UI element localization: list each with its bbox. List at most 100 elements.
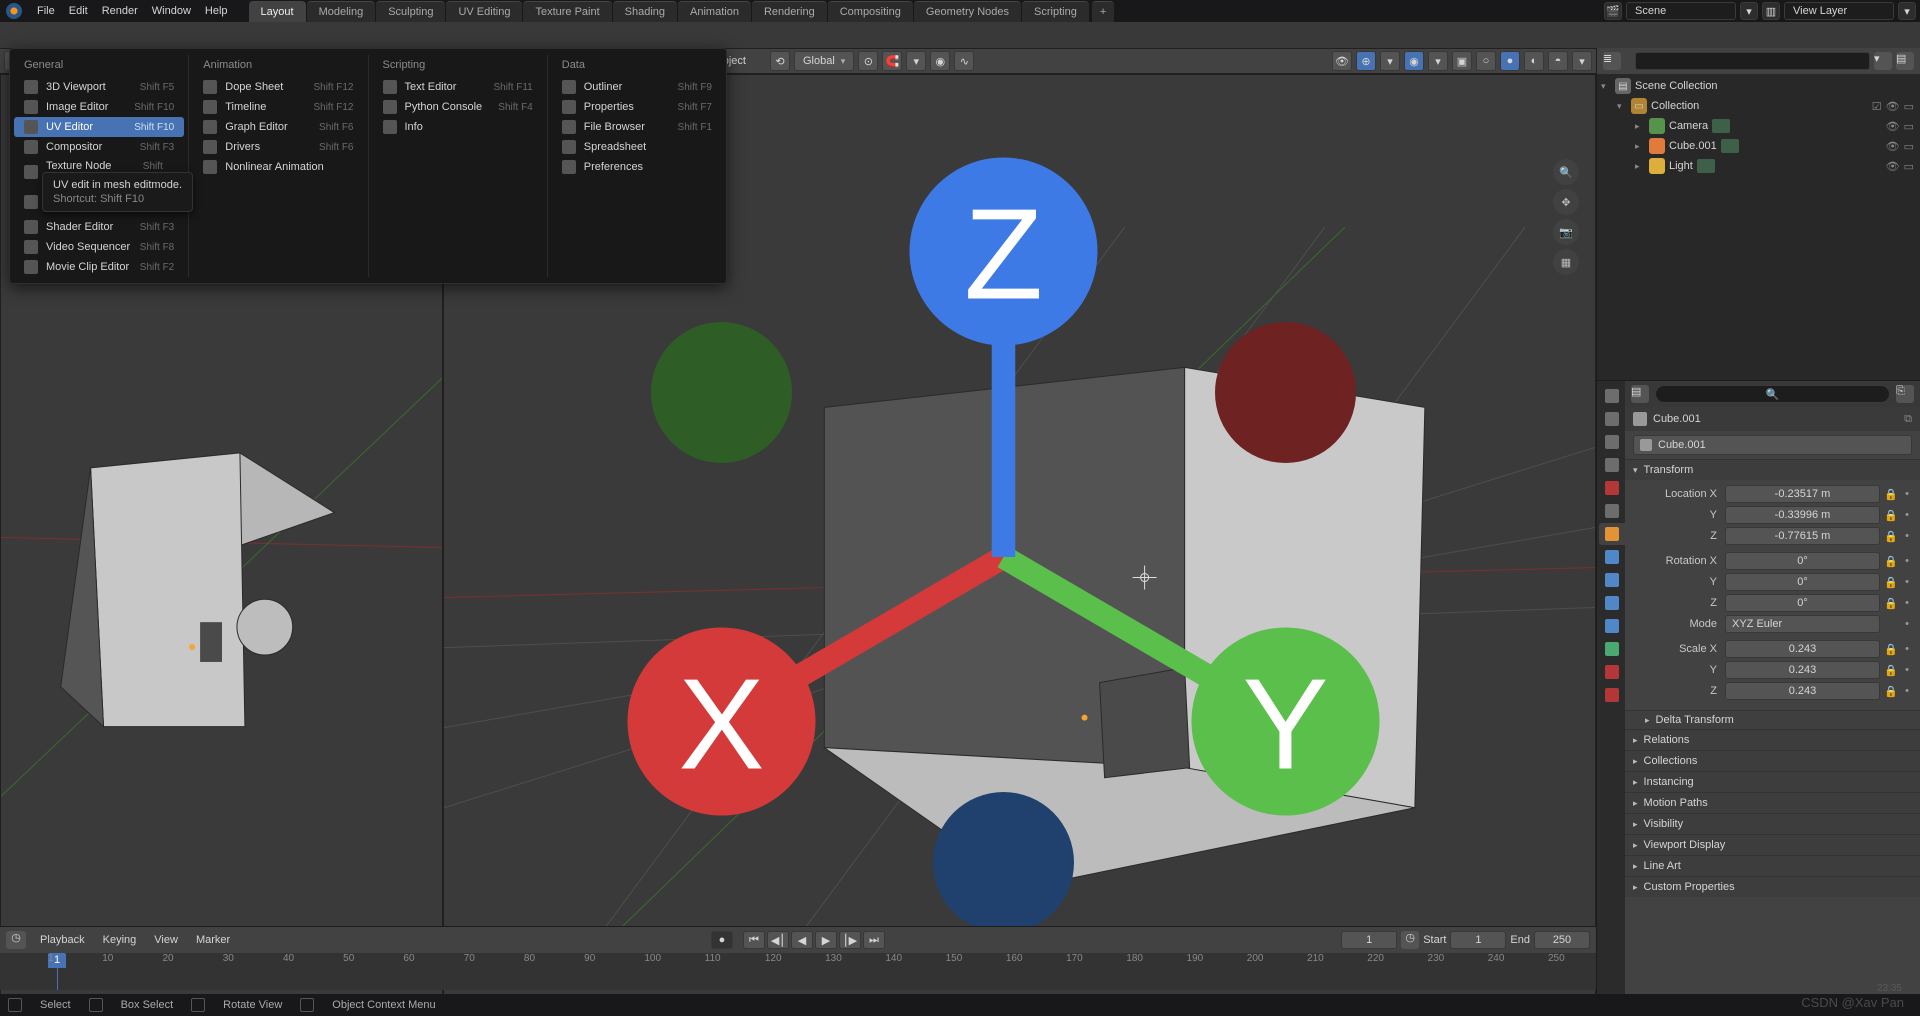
workspace-tab-scripting[interactable]: Scripting xyxy=(1022,1,1089,22)
viewlayer-icon[interactable]: ▥ xyxy=(1762,2,1780,20)
prop-tab-world[interactable] xyxy=(1599,477,1625,499)
camera-view-icon[interactable]: 📷 xyxy=(1553,219,1579,245)
panel-collections[interactable]: ▸Collections xyxy=(1625,751,1920,771)
scale-z[interactable]: 0.243 xyxy=(1725,682,1880,700)
orientation-icon[interactable]: ⟲ xyxy=(770,51,790,71)
workspace-tab-compositing[interactable]: Compositing xyxy=(828,1,913,22)
workspace-tab-uv-editing[interactable]: UV Editing xyxy=(446,1,522,22)
outliner-item-cube.001[interactable]: ▸Cube.001👁▭ xyxy=(1597,136,1920,156)
end-frame-field[interactable]: 250 xyxy=(1534,931,1590,949)
viewlayer-field[interactable]: View Layer xyxy=(1784,2,1894,20)
editor-type-properties[interactable]: PropertiesShift F7 xyxy=(552,97,722,117)
shading-dd-icon[interactable]: ▾ xyxy=(1572,51,1592,71)
zoom-icon[interactable]: 🔍 xyxy=(1553,159,1579,185)
prop-tab-constraints[interactable] xyxy=(1599,615,1625,637)
scene-new-icon[interactable]: ▾ xyxy=(1740,2,1758,20)
prop-tab-object[interactable] xyxy=(1599,523,1625,545)
overlay-dd-icon[interactable]: ▾ xyxy=(1428,51,1448,71)
prop-tab-physics[interactable] xyxy=(1599,592,1625,614)
scale-y[interactable]: 0.243 xyxy=(1725,661,1880,679)
outliner-search[interactable] xyxy=(1635,52,1870,70)
workspace-tab-shading[interactable]: Shading xyxy=(613,1,677,22)
play-rev-button[interactable]: ◀ xyxy=(791,931,813,949)
rotation-y[interactable]: 0° xyxy=(1725,573,1880,591)
workspace-tab-geometry-nodes[interactable]: Geometry Nodes xyxy=(914,1,1021,22)
snap-target-icon[interactable]: ▾ xyxy=(906,51,926,71)
editor-type-preferences[interactable]: Preferences xyxy=(552,157,722,177)
properties-pin-icon[interactable]: ⎘ xyxy=(1896,385,1914,403)
viewlayer-new-icon[interactable]: ▾ xyxy=(1898,2,1916,20)
timeline-menu-keying[interactable]: Keying xyxy=(95,931,145,949)
workspace-tab-layout[interactable]: Layout xyxy=(249,1,306,22)
current-frame-field[interactable]: 1 xyxy=(1341,931,1397,949)
workspace-tab-sculpting[interactable]: Sculpting xyxy=(376,1,445,22)
panel-visibility[interactable]: ▸Visibility xyxy=(1625,814,1920,834)
editor-type-3d-viewport[interactable]: 3D ViewportShift F5 xyxy=(14,77,184,97)
shading-matprev-icon[interactable]: ◐ xyxy=(1524,51,1544,71)
pivot-icon[interactable]: ⊙ xyxy=(858,51,878,71)
prop-tab-scene[interactable] xyxy=(1599,454,1625,476)
outliner-tree[interactable]: ▾▤Scene Collection ▾▭Collection ☑👁▭ ▸Cam… xyxy=(1597,74,1920,380)
frame-popover-icon[interactable]: ◷ xyxy=(1401,931,1419,949)
scene-icon[interactable]: 🎬 xyxy=(1604,2,1622,20)
editor-type-uv-editor[interactable]: UV EditorShift F10 xyxy=(14,117,184,137)
autokey-button[interactable]: ● xyxy=(711,931,733,949)
jump-end-button[interactable]: ⏭ xyxy=(863,931,885,949)
perspective-icon[interactable]: ▦ xyxy=(1553,249,1579,275)
workspace-tab-rendering[interactable]: Rendering xyxy=(752,1,827,22)
editor-type-image-editor[interactable]: Image EditorShift F10 xyxy=(14,97,184,117)
outliner-type-icon[interactable]: ≣ xyxy=(1603,52,1621,70)
editor-type-info[interactable]: Info xyxy=(373,117,543,137)
editor-type-drivers[interactable]: DriversShift F6 xyxy=(193,137,363,157)
panel-transform-header[interactable]: ▾Transform xyxy=(1625,460,1920,480)
outliner-filter-icon[interactable]: ▾ xyxy=(1874,52,1892,70)
panel-line-art[interactable]: ▸Line Art xyxy=(1625,856,1920,876)
editor-type-video-sequencer[interactable]: Video SequencerShift F8 xyxy=(14,237,184,257)
workspace-tab-texture-paint[interactable]: Texture Paint xyxy=(523,1,611,22)
editor-type-compositor[interactable]: CompositorShift F3 xyxy=(14,137,184,157)
timeline-type-icon[interactable]: ◷ xyxy=(6,931,26,949)
menu-render[interactable]: Render xyxy=(95,2,145,20)
prop-tab-viewlayer[interactable] xyxy=(1599,431,1625,453)
rotation-mode-select[interactable]: XYZ Euler xyxy=(1725,615,1880,633)
editor-type-python-console[interactable]: Python ConsoleShift F4 xyxy=(373,97,543,117)
orientation-select[interactable]: Global xyxy=(794,51,854,71)
location-y[interactable]: -0.33996 m xyxy=(1725,506,1880,524)
editor-type-timeline[interactable]: TimelineShift F12 xyxy=(193,97,363,117)
panel-instancing[interactable]: ▸Instancing xyxy=(1625,772,1920,792)
properties-search[interactable]: 🔍 xyxy=(1655,385,1890,403)
prop-tab-collection[interactable] xyxy=(1599,500,1625,522)
gizmo-dd-icon[interactable]: ▾ xyxy=(1380,51,1400,71)
editor-type-graph-editor[interactable]: Graph EditorShift F6 xyxy=(193,117,363,137)
prop-tab-texture[interactable] xyxy=(1599,684,1625,706)
visibility-icon[interactable]: 👁 xyxy=(1332,51,1352,71)
workspace-tab-animation[interactable]: Animation xyxy=(678,1,751,22)
prop-tab-data[interactable] xyxy=(1599,638,1625,660)
editor-type-shader-editor[interactable]: Shader EditorShift F3 xyxy=(14,217,184,237)
shading-wire-icon[interactable]: ○ xyxy=(1476,51,1496,71)
prop-tab-render[interactable] xyxy=(1599,385,1625,407)
editor-type-file-browser[interactable]: File BrowserShift F1 xyxy=(552,117,722,137)
prop-tab-modifiers[interactable] xyxy=(1599,546,1625,568)
editor-type-outliner[interactable]: OutlinerShift F9 xyxy=(552,77,722,97)
proportional-icon[interactable]: ◉ xyxy=(930,51,950,71)
pan-icon[interactable]: ✥ xyxy=(1553,189,1579,215)
menu-edit[interactable]: Edit xyxy=(62,2,95,20)
keyframe-next-button[interactable]: ⎮▶ xyxy=(839,931,861,949)
menu-help[interactable]: Help xyxy=(198,2,235,20)
shading-solid-icon[interactable]: ● xyxy=(1500,51,1520,71)
object-name-field[interactable]: Cube.001 xyxy=(1633,435,1912,455)
overlay-toggle-icon[interactable]: ◉ xyxy=(1404,51,1424,71)
play-button[interactable]: ▶ xyxy=(815,931,837,949)
location-z[interactable]: -0.77615 m xyxy=(1725,527,1880,545)
workspace-tab-modeling[interactable]: Modeling xyxy=(307,1,376,22)
editor-type-menu[interactable]: General3D ViewportShift F5Image EditorSh… xyxy=(9,48,727,284)
editor-type-dope-sheet[interactable]: Dope SheetShift F12 xyxy=(193,77,363,97)
prop-tab-particles[interactable] xyxy=(1599,569,1625,591)
menu-window[interactable]: Window xyxy=(145,2,198,20)
snap-icon[interactable]: 🧲 xyxy=(882,51,902,71)
panel-motion-paths[interactable]: ▸Motion Paths xyxy=(1625,793,1920,813)
editor-type-movie-clip-editor[interactable]: Movie Clip EditorShift F2 xyxy=(14,257,184,277)
prop-tab-output[interactable] xyxy=(1599,408,1625,430)
editor-type-nonlinear-animation[interactable]: Nonlinear Animation xyxy=(193,157,363,177)
